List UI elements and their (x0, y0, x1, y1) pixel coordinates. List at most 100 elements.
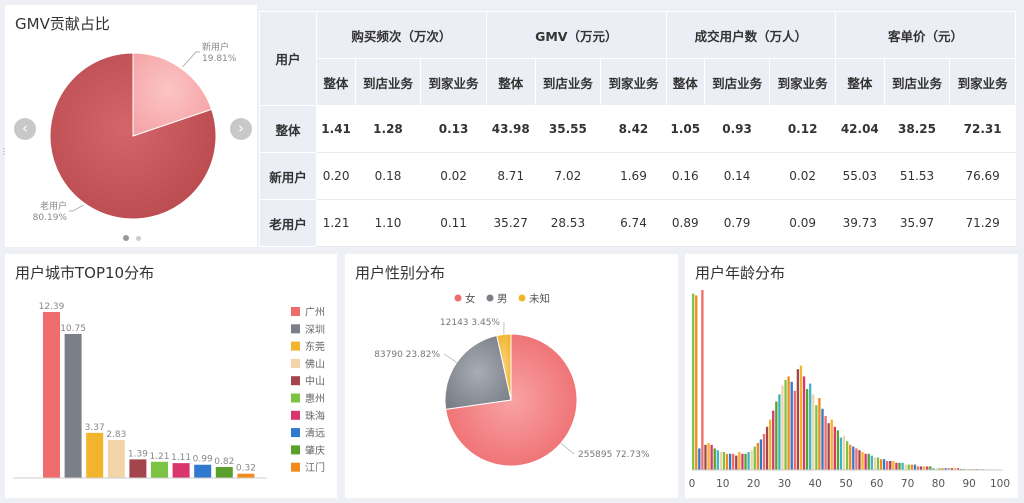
age-bar (698, 448, 701, 470)
panel-resize-handle[interactable]: ⋮ (0, 147, 8, 157)
chevron-left-icon[interactable]: ‹ (14, 118, 36, 140)
chevron-right-icon[interactable]: › (230, 118, 252, 140)
gender-legend-label: 男 (497, 293, 508, 305)
table-cell: 0.18 (355, 152, 421, 200)
age-bar (778, 394, 781, 470)
table-cell: 0.16 (666, 152, 705, 200)
city-legend-label: 佛山 (305, 357, 325, 370)
table-cell: 76.69 (949, 152, 1016, 200)
city-legend-swatch (291, 462, 300, 472)
table-cell: 35.55 (535, 105, 601, 153)
age-bar (735, 455, 738, 470)
carousel-dot[interactable] (136, 236, 141, 241)
table-row-label: 老用户 (259, 199, 317, 247)
gender-legend-marker (454, 294, 462, 302)
gender-slice-label: 255895 72.73% (578, 450, 650, 460)
table-cell: 0.09 (769, 199, 836, 247)
age-bar (824, 416, 827, 470)
table-cell: 72.31 (949, 105, 1016, 153)
age-bar (861, 452, 864, 470)
table-cell: 35.97 (884, 199, 950, 247)
table-subheader: 到家业务 (420, 58, 487, 106)
table-cell: 51.53 (884, 152, 950, 200)
age-bar-chart: 0 10 20 30 40 50 60 70 80 90 100 (689, 290, 1010, 490)
city-legend-label: 中山 (305, 375, 325, 388)
city-bar-value-label: 2.83 (106, 430, 126, 440)
age-bar (753, 446, 756, 470)
age-bar (858, 450, 861, 470)
age-bar (710, 444, 713, 470)
age-bar (895, 462, 898, 470)
age-bar (910, 464, 913, 470)
gender-slice-label: 12143 3.45% (440, 318, 501, 328)
gender-legend-marker (486, 294, 494, 302)
metrics-table: 用户 购买频次（万次） GMV（万元） 成交用户数（万人） 客单价（元） 整体到… (259, 11, 1017, 247)
age-x-tick-label: 50 (839, 478, 852, 490)
age-bar (769, 419, 772, 470)
age-x-tick-label: 20 (747, 478, 760, 490)
age-bar (759, 439, 763, 470)
age-x-tick-label: 70 (901, 478, 914, 490)
age-bar (901, 462, 904, 470)
age-x-tick-label: 0 (689, 478, 696, 490)
table-cell: 7.02 (535, 152, 601, 200)
city-bar (43, 312, 60, 478)
gmv-label-line (69, 204, 84, 212)
city-bar (129, 459, 147, 478)
age-bar (781, 385, 784, 470)
age-x-tick-label: 100 (990, 478, 1010, 490)
city-legend-swatch (291, 341, 300, 351)
age-bar (784, 380, 787, 470)
age-bar (695, 295, 698, 470)
age-bar (738, 452, 741, 470)
age-bar (864, 453, 867, 470)
table-cell: 1.41 (316, 105, 356, 153)
carousel-dot-active[interactable] (123, 235, 129, 241)
table-cell: 43.98 (486, 105, 536, 153)
age-bar (815, 405, 818, 470)
table-row: 新用户 0.20 0.18 0.02 8.71 7.02 1.69 0.16 0.14 0.02 5… (259, 152, 1016, 200)
gender-label-line (560, 442, 575, 455)
age-bar (821, 408, 824, 470)
age-bar (818, 398, 821, 470)
table-cell: 0.93 (704, 105, 770, 153)
metrics-table-panel: 用户 购买频次（万次） GMV（万元） 成交用户数（万人） 客单价（元） 整体到… (259, 11, 1017, 247)
age-bar (799, 365, 803, 470)
age-bar (716, 450, 719, 470)
age-bar (929, 466, 932, 470)
city-legend-label: 深圳 (305, 324, 325, 336)
gmv-share-panel: GMV贡献占比 新用户 19.81% 老用户 80.19% ‹ › (5, 5, 257, 247)
gmv-slice-name: 老用户 (40, 200, 67, 212)
city-legend-swatch (291, 307, 300, 316)
table-cell: 8.71 (486, 152, 536, 200)
city-legend-label: 清远 (305, 427, 325, 440)
table-cell: 55.03 (835, 152, 885, 200)
age-bar (775, 401, 778, 470)
age-bar (741, 453, 744, 470)
table-cell: 35.27 (486, 199, 536, 247)
age-bar (852, 446, 855, 470)
age-x-tick-label: 10 (716, 478, 729, 490)
age-bar (722, 452, 726, 470)
gender-label-line (443, 353, 457, 363)
table-row: 老用户 1.21 1.10 0.11 35.27 28.53 6.74 0.89 0.79 0.0… (259, 199, 1016, 247)
table-cell: 0.02 (769, 152, 836, 200)
table-cell: 42.04 (835, 105, 885, 153)
table-cell: 0.20 (316, 152, 356, 200)
age-bar (916, 466, 920, 470)
age-bar (846, 441, 849, 470)
city-bar-value-label: 0.32 (236, 464, 256, 474)
table-group-header: GMV（万元） (485, 11, 667, 59)
city-legend-label: 珠海 (305, 409, 325, 422)
gmv-share-pie-chart: 新用户19.81% 老用户80.19% (33, 41, 237, 223)
table-group-header: 成交用户数（万人） (665, 11, 836, 59)
gender-slice-label: 83790 23.82% (374, 350, 440, 360)
age-bar (707, 443, 710, 470)
age-bar (870, 455, 873, 470)
city-bar-value-label: 0.82 (214, 457, 234, 467)
table-row-label: 新用户 (259, 152, 317, 200)
city-legend-label: 江门 (305, 461, 325, 474)
city-bar-value-label: 0.99 (193, 455, 213, 465)
table-subheader: 到家业务 (769, 58, 836, 106)
gmv-label-line (182, 51, 200, 68)
